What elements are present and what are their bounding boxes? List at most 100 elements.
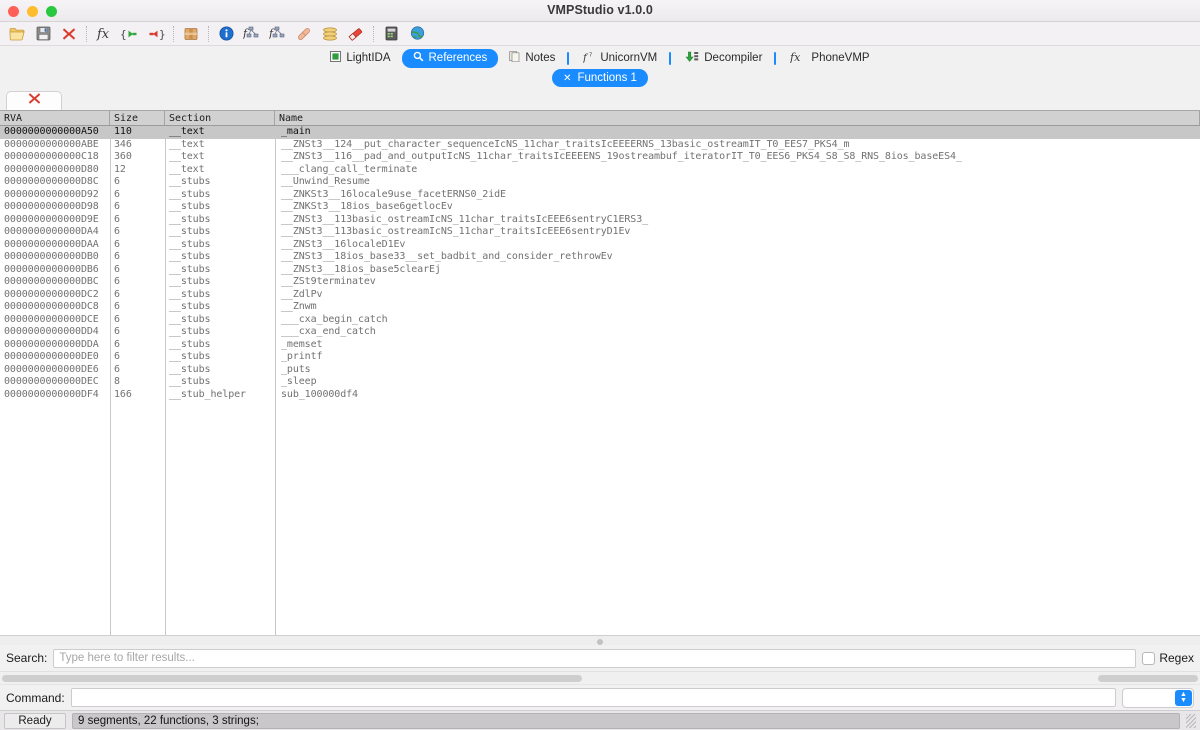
jump-back-icon[interactable]: {: [117, 23, 143, 45]
graph-icon[interactable]: ƒ: [239, 23, 265, 45]
close-file-icon[interactable]: [56, 23, 82, 45]
cell-rva: 0000000000000DC8: [4, 301, 99, 312]
horizontal-scrollbar[interactable]: [0, 671, 1200, 684]
column-header-rva[interactable]: RVA: [0, 111, 110, 125]
tab-label: References: [428, 52, 488, 64]
table-row[interactable]: 0000000000000ABE 346 __text __ZNSt3__124__p…: [0, 139, 1200, 152]
column-header-size[interactable]: Size: [110, 111, 165, 125]
cell-section: __stubs: [169, 226, 211, 237]
stack-icon[interactable]: [317, 23, 343, 45]
table-row[interactable]: 0000000000000DBC 6 __stubs __ZSt9terminatev: [0, 276, 1200, 289]
tab-lightida[interactable]: LightIDA: [319, 49, 401, 68]
table-row[interactable]: 0000000000000D8C 6 __stubs __Unwind_Resume: [0, 176, 1200, 189]
table-header-row: RVA Size Section Name: [0, 111, 1200, 126]
package-icon[interactable]: [178, 23, 204, 45]
cell-name: ___cxa_begin_catch: [281, 313, 388, 325]
tab-decompiler[interactable]: Decompiler: [674, 49, 773, 68]
globe-icon[interactable]: [404, 23, 430, 45]
main-tab-bar: LightIDA References Notes ƒ 7 UnicornVM …: [0, 48, 1200, 68]
cell-name: _main: [281, 126, 311, 137]
cell-rva: 0000000000000D92: [4, 188, 99, 200]
table-row[interactable]: 0000000000000DDA 6 __stubs _memset: [0, 339, 1200, 352]
table-row[interactable]: 0000000000000DAA 6 __stubs __ZNSt3__16local…: [0, 239, 1200, 252]
cell-section: __stubs: [169, 326, 211, 337]
cell-name: __ZdlPv: [281, 288, 323, 300]
table-row[interactable]: 0000000000000D80 12 __text ___clang_call_te…: [0, 164, 1200, 177]
cell-size: 12: [114, 163, 126, 175]
close-panel-tab-button[interactable]: [6, 91, 62, 110]
table-row[interactable]: 0000000000000DB0 6 __stubs __ZNSt3__18ios_b…: [0, 251, 1200, 264]
cell-name: ___clang_call_terminate: [281, 163, 418, 175]
search-input[interactable]: Type here to filter results...: [53, 648, 1137, 668]
cell-name: sub_100000df4: [281, 388, 358, 400]
cell-name: _printf: [281, 351, 323, 362]
jump-forward-icon[interactable]: }: [143, 23, 169, 45]
table-row[interactable]: 0000000000000DD4 6 __stubs ___cxa_end_catch: [0, 326, 1200, 339]
cell-name: __ZNSt3__124__put_character_sequenceIcNS…: [281, 138, 850, 150]
command-language-combo[interactable]: ▲ ▼: [1122, 687, 1194, 708]
table-row[interactable]: 0000000000000D9E 6 __stubs __ZNSt3__113basi…: [0, 214, 1200, 227]
search-row: Search: Type here to filter results... R…: [0, 645, 1200, 671]
chevron-updown-icon[interactable]: ▲ ▼: [1175, 689, 1192, 706]
eraser-icon[interactable]: [343, 23, 369, 45]
subtab-functions-1[interactable]: ✕ Functions 1: [552, 69, 648, 87]
cell-size: 6: [114, 238, 120, 250]
table-row[interactable]: 0000000000000DC2 6 __stubs __ZdlPv: [0, 289, 1200, 302]
panel-splitter[interactable]: [0, 635, 1200, 645]
cell-section: __stubs: [169, 176, 211, 187]
cell-name: __ZNSt3__113basic_ostreamIcNS_11char_tra…: [281, 226, 631, 237]
tab-references[interactable]: References: [401, 48, 499, 68]
table-row[interactable]: 0000000000000DC8 6 __stubs __Znwm: [0, 301, 1200, 314]
svg-text:}: }: [159, 28, 166, 41]
unicorn-icon: ƒ 7: [581, 51, 595, 66]
cell-rva: 0000000000000DE6: [4, 363, 99, 375]
column-header-name[interactable]: Name: [275, 111, 1200, 125]
table-row[interactable]: 0000000000000DE6 6 __stubs _puts: [0, 364, 1200, 377]
cell-rva: 0000000000000DBC: [4, 276, 99, 287]
scrollbar-thumb[interactable]: [2, 675, 582, 682]
cell-rva: 0000000000000DEC: [4, 376, 99, 387]
column-header-section[interactable]: Section: [165, 111, 275, 125]
command-input[interactable]: [70, 688, 1116, 707]
cell-rva: 0000000000000D8C: [4, 176, 99, 187]
cell-size: 166: [114, 388, 132, 400]
cell-section: __stubs: [169, 238, 211, 250]
cell-section: __stubs: [169, 276, 211, 287]
window-title: VMPStudio v1.0.0: [547, 3, 653, 17]
regex-checkbox-wrap[interactable]: Regex: [1142, 651, 1194, 665]
tab-phonevmp[interactable]: fx PhoneVMP: [779, 49, 880, 68]
save-file-icon[interactable]: [30, 23, 56, 45]
search-label: Search:: [6, 651, 48, 665]
server-icon[interactable]: [378, 23, 404, 45]
scrollbar-thumb-secondary[interactable]: [1098, 675, 1198, 682]
resize-grip[interactable]: [1186, 713, 1196, 728]
graph-alt-icon[interactable]: ƒ: [265, 23, 291, 45]
table-row[interactable]: 0000000000000DA4 6 __stubs __ZNSt3__113basi…: [0, 226, 1200, 239]
table-row[interactable]: 0000000000000A50 110 __text _main: [0, 126, 1200, 139]
table-body[interactable]: 0000000000000A50 110 __text _main 0000000000…: [0, 126, 1200, 635]
table-row[interactable]: 0000000000000D98 6 __stubs __ZNKSt3__18ios_…: [0, 201, 1200, 214]
close-icon[interactable]: ✕: [563, 73, 571, 84]
cell-section: __stubs: [169, 363, 211, 375]
status-message: 9 segments, 22 functions, 3 strings;: [72, 712, 1180, 729]
table-row[interactable]: 0000000000000DB6 6 __stubs __ZNSt3__18ios_b…: [0, 264, 1200, 277]
table-row[interactable]: 0000000000000DEC 8 __stubs _sleep: [0, 376, 1200, 389]
cell-section: __text: [169, 151, 205, 162]
table-row[interactable]: 0000000000000DCE 6 __stubs ___cxa_begin_cat…: [0, 314, 1200, 327]
function-icon[interactable]: fx: [91, 23, 117, 45]
svg-text:7: 7: [589, 52, 592, 58]
open-file-icon[interactable]: [4, 23, 30, 45]
patch-icon[interactable]: [291, 23, 317, 45]
cell-rva: 0000000000000DC2: [4, 288, 99, 300]
cell-rva: 0000000000000DF4: [4, 388, 99, 400]
tab-notes[interactable]: Notes: [498, 49, 566, 68]
table-row[interactable]: 0000000000000D92 6 __stubs __ZNKSt3__16loca…: [0, 189, 1200, 202]
table-row[interactable]: 0000000000000DF4 166 __stub_helper sub_1000…: [0, 389, 1200, 402]
cell-size: 110: [114, 126, 132, 137]
regex-checkbox[interactable]: [1142, 651, 1156, 665]
table-row[interactable]: 0000000000000DE0 6 __stubs _printf: [0, 351, 1200, 364]
table-row[interactable]: 0000000000000C18 360 __text __ZNSt3__116__p…: [0, 151, 1200, 164]
tab-unicornvm[interactable]: ƒ 7 UnicornVM: [572, 49, 668, 68]
info-icon[interactable]: [213, 23, 239, 45]
splitter-grip[interactable]: [597, 639, 603, 645]
